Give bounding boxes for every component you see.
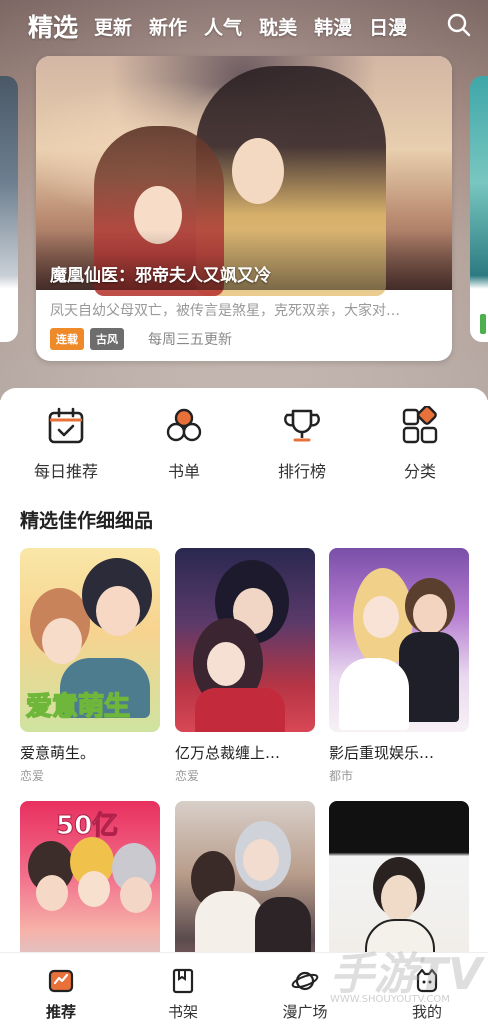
nav-recommend[interactable]: 推荐 [0, 953, 122, 1024]
trophy-icon [284, 409, 320, 442]
featured-banner[interactable]: 魔凰仙医：邪帝夫人又飒又冷 凤天自幼父母双亡，被传言是煞星，克死双亲，大家对… … [36, 56, 452, 361]
quick-link-label: 每日推荐 [33, 462, 98, 481]
update-schedule: 每周三五更新 [148, 332, 232, 348]
tab-bl[interactable]: 耽美 [259, 13, 297, 40]
banner-tags: 连载 古风 每周三五更新 [50, 328, 232, 350]
comic-card[interactable]: 影后重现娱乐… 都市 [329, 548, 469, 784]
circles-icon [166, 408, 202, 442]
tab-updates[interactable]: 更新 [94, 13, 132, 40]
quick-links: 每日推荐 书单 排行榜 分类 [0, 406, 488, 482]
tab-popular[interactable]: 人气 [204, 13, 242, 40]
quick-link-label: 排行榜 [277, 462, 326, 481]
tab-japanese[interactable]: 日漫 [369, 13, 407, 40]
tab-selected[interactable]: 精选 [28, 8, 78, 44]
nav-bookshelf[interactable]: 书架 [122, 953, 244, 1024]
status-badge: 连载 [50, 328, 84, 350]
nav-label: 我的 [411, 1003, 442, 1021]
planet-icon [291, 971, 319, 991]
comic-genre: 都市 [329, 769, 354, 783]
comic-title: 影后重现娱乐… [329, 744, 435, 762]
quick-link-label: 书单 [167, 462, 200, 481]
comic-title: 亿万总裁缠上… [175, 744, 281, 762]
book-list-button[interactable]: 书单 [125, 406, 243, 482]
content-panel: 每日推荐 书单 排行榜 分类 精选佳作细细品 爱意萌生 爱意萌生。 恋爱 亿万总… [0, 388, 488, 1024]
nav-profile[interactable]: 我的 [366, 953, 488, 1024]
comic-genre: 恋爱 [20, 769, 45, 783]
section-title: 精选佳作细细品 [20, 510, 154, 532]
comic-cover: 爱意萌生 [20, 548, 160, 732]
quick-link-label: 分类 [403, 462, 436, 481]
nav-label: 书架 [167, 1003, 198, 1021]
recommend-icon [48, 969, 74, 993]
banner-description: 凤天自幼父母双亡，被传言是煞星，克死双亲，大家对… [50, 303, 400, 319]
banner-artwork [36, 56, 452, 296]
comic-genre: 恋爱 [175, 769, 200, 783]
ranking-button[interactable]: 排行榜 [243, 406, 361, 482]
profile-icon [416, 968, 438, 993]
carousel-next-card[interactable] [470, 76, 488, 342]
category-grid-icon [402, 406, 438, 444]
comic-title: 爱意萌生。 [20, 744, 96, 762]
genre-badge: 古风 [90, 328, 124, 350]
category-button[interactable]: 分类 [361, 406, 479, 482]
banner-title: 魔凰仙医：邪帝夫人又飒又冷 [50, 266, 271, 286]
bookshelf-icon [172, 968, 194, 994]
search-icon[interactable] [446, 12, 472, 38]
tab-korean[interactable]: 韩漫 [314, 13, 352, 40]
daily-recommend-button[interactable]: 每日推荐 [7, 406, 125, 482]
tab-new[interactable]: 新作 [149, 13, 187, 40]
comic-card[interactable]: 爱意萌生 爱意萌生。 恋爱 [20, 548, 160, 784]
nav-label: 漫广场 [282, 1003, 328, 1021]
nav-label: 推荐 [45, 1003, 76, 1021]
comic-cover [329, 548, 469, 732]
cover-title: 爱意萌生 [25, 691, 131, 723]
bottom-navigation: 推荐 书架 漫广场 我的 [0, 952, 488, 1024]
nav-comic-square[interactable]: 漫广场 [244, 953, 366, 1024]
carousel-prev-card[interactable] [0, 76, 18, 342]
comic-card[interactable]: 亿万总裁缠上… 恋爱 [175, 548, 315, 784]
comic-cover [175, 548, 315, 732]
top-category-tabs: 精选 更新 新作 人气 耽美 韩漫 日漫 [0, 0, 488, 52]
calendar-check-icon [48, 407, 84, 444]
